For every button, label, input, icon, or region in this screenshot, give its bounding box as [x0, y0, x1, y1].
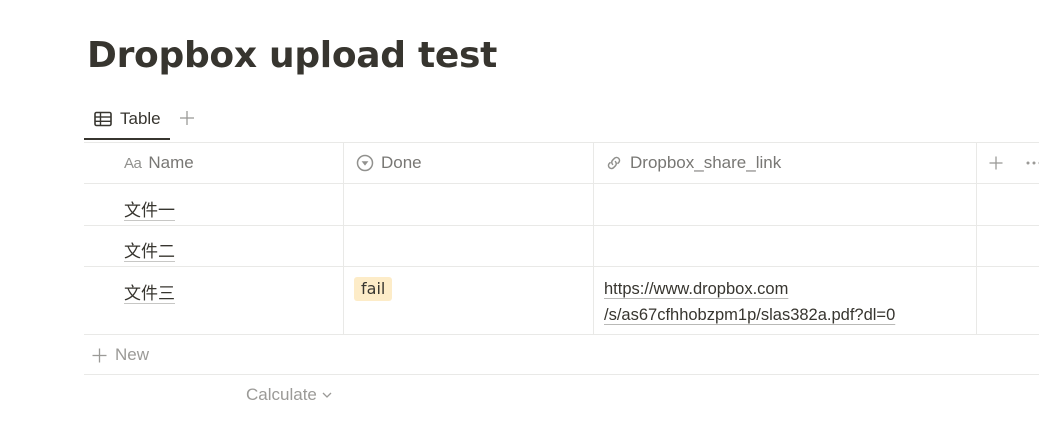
new-row-label: New — [115, 345, 150, 364]
status-tag-fail[interactable]: fail — [354, 277, 393, 301]
row-done-cell[interactable] — [344, 226, 593, 266]
table-icon — [94, 111, 112, 127]
row-link-cell[interactable] — [594, 226, 976, 266]
column-header-done[interactable]: Done — [356, 143, 422, 183]
link-line: https://www.dropbox.com — [604, 280, 789, 298]
status-property-icon — [356, 154, 374, 172]
ellipsis-icon — [1026, 161, 1039, 165]
text-property-icon: Aa — [124, 154, 142, 172]
new-row-border — [84, 374, 1039, 375]
column-header-dropbox-share-link[interactable]: Dropbox_share_link — [605, 143, 781, 183]
plus-icon — [92, 348, 107, 363]
plus-icon — [989, 156, 1003, 170]
view-tab-bar: Table — [84, 100, 1039, 142]
row-name-cell[interactable]: 文件三 — [124, 279, 175, 304]
tab-table-label: Table — [120, 109, 161, 128]
add-column-button[interactable] — [985, 152, 1007, 174]
link-line: /s/as67cfhhobzpm1p/slas382a.pdf?dl=0 — [604, 306, 896, 324]
add-view-button[interactable] — [176, 104, 198, 132]
more-options-button[interactable] — [1022, 152, 1039, 174]
calculate-button[interactable]: Calculate — [246, 383, 332, 407]
dropbox-share-link[interactable]: https://www.dropbox.com /s/as67cfhhobzpm… — [604, 276, 964, 328]
page-title[interactable]: Dropbox upload test — [87, 34, 497, 78]
row-done-cell[interactable] — [344, 184, 593, 225]
new-row-button[interactable]: New — [92, 343, 149, 367]
column-header-label: Name — [148, 153, 194, 172]
column-header-label: Done — [381, 153, 422, 172]
header-top-border — [84, 142, 1039, 143]
row-border — [84, 266, 1039, 267]
link-icon — [607, 156, 621, 170]
row-name-cell[interactable]: 文件一 — [124, 196, 175, 221]
calculate-label: Calculate — [246, 385, 317, 404]
chevron-down-icon — [322, 391, 332, 399]
row-name-cell[interactable]: 文件二 — [124, 237, 175, 262]
plus-icon — [180, 111, 194, 125]
column-divider — [976, 142, 977, 334]
column-header-name[interactable]: Aa Name — [124, 143, 194, 183]
row-link-cell[interactable] — [594, 184, 976, 225]
row-border — [84, 334, 1039, 335]
tab-table[interactable]: Table — [84, 100, 170, 140]
column-header-label: Dropbox_share_link — [630, 153, 782, 172]
